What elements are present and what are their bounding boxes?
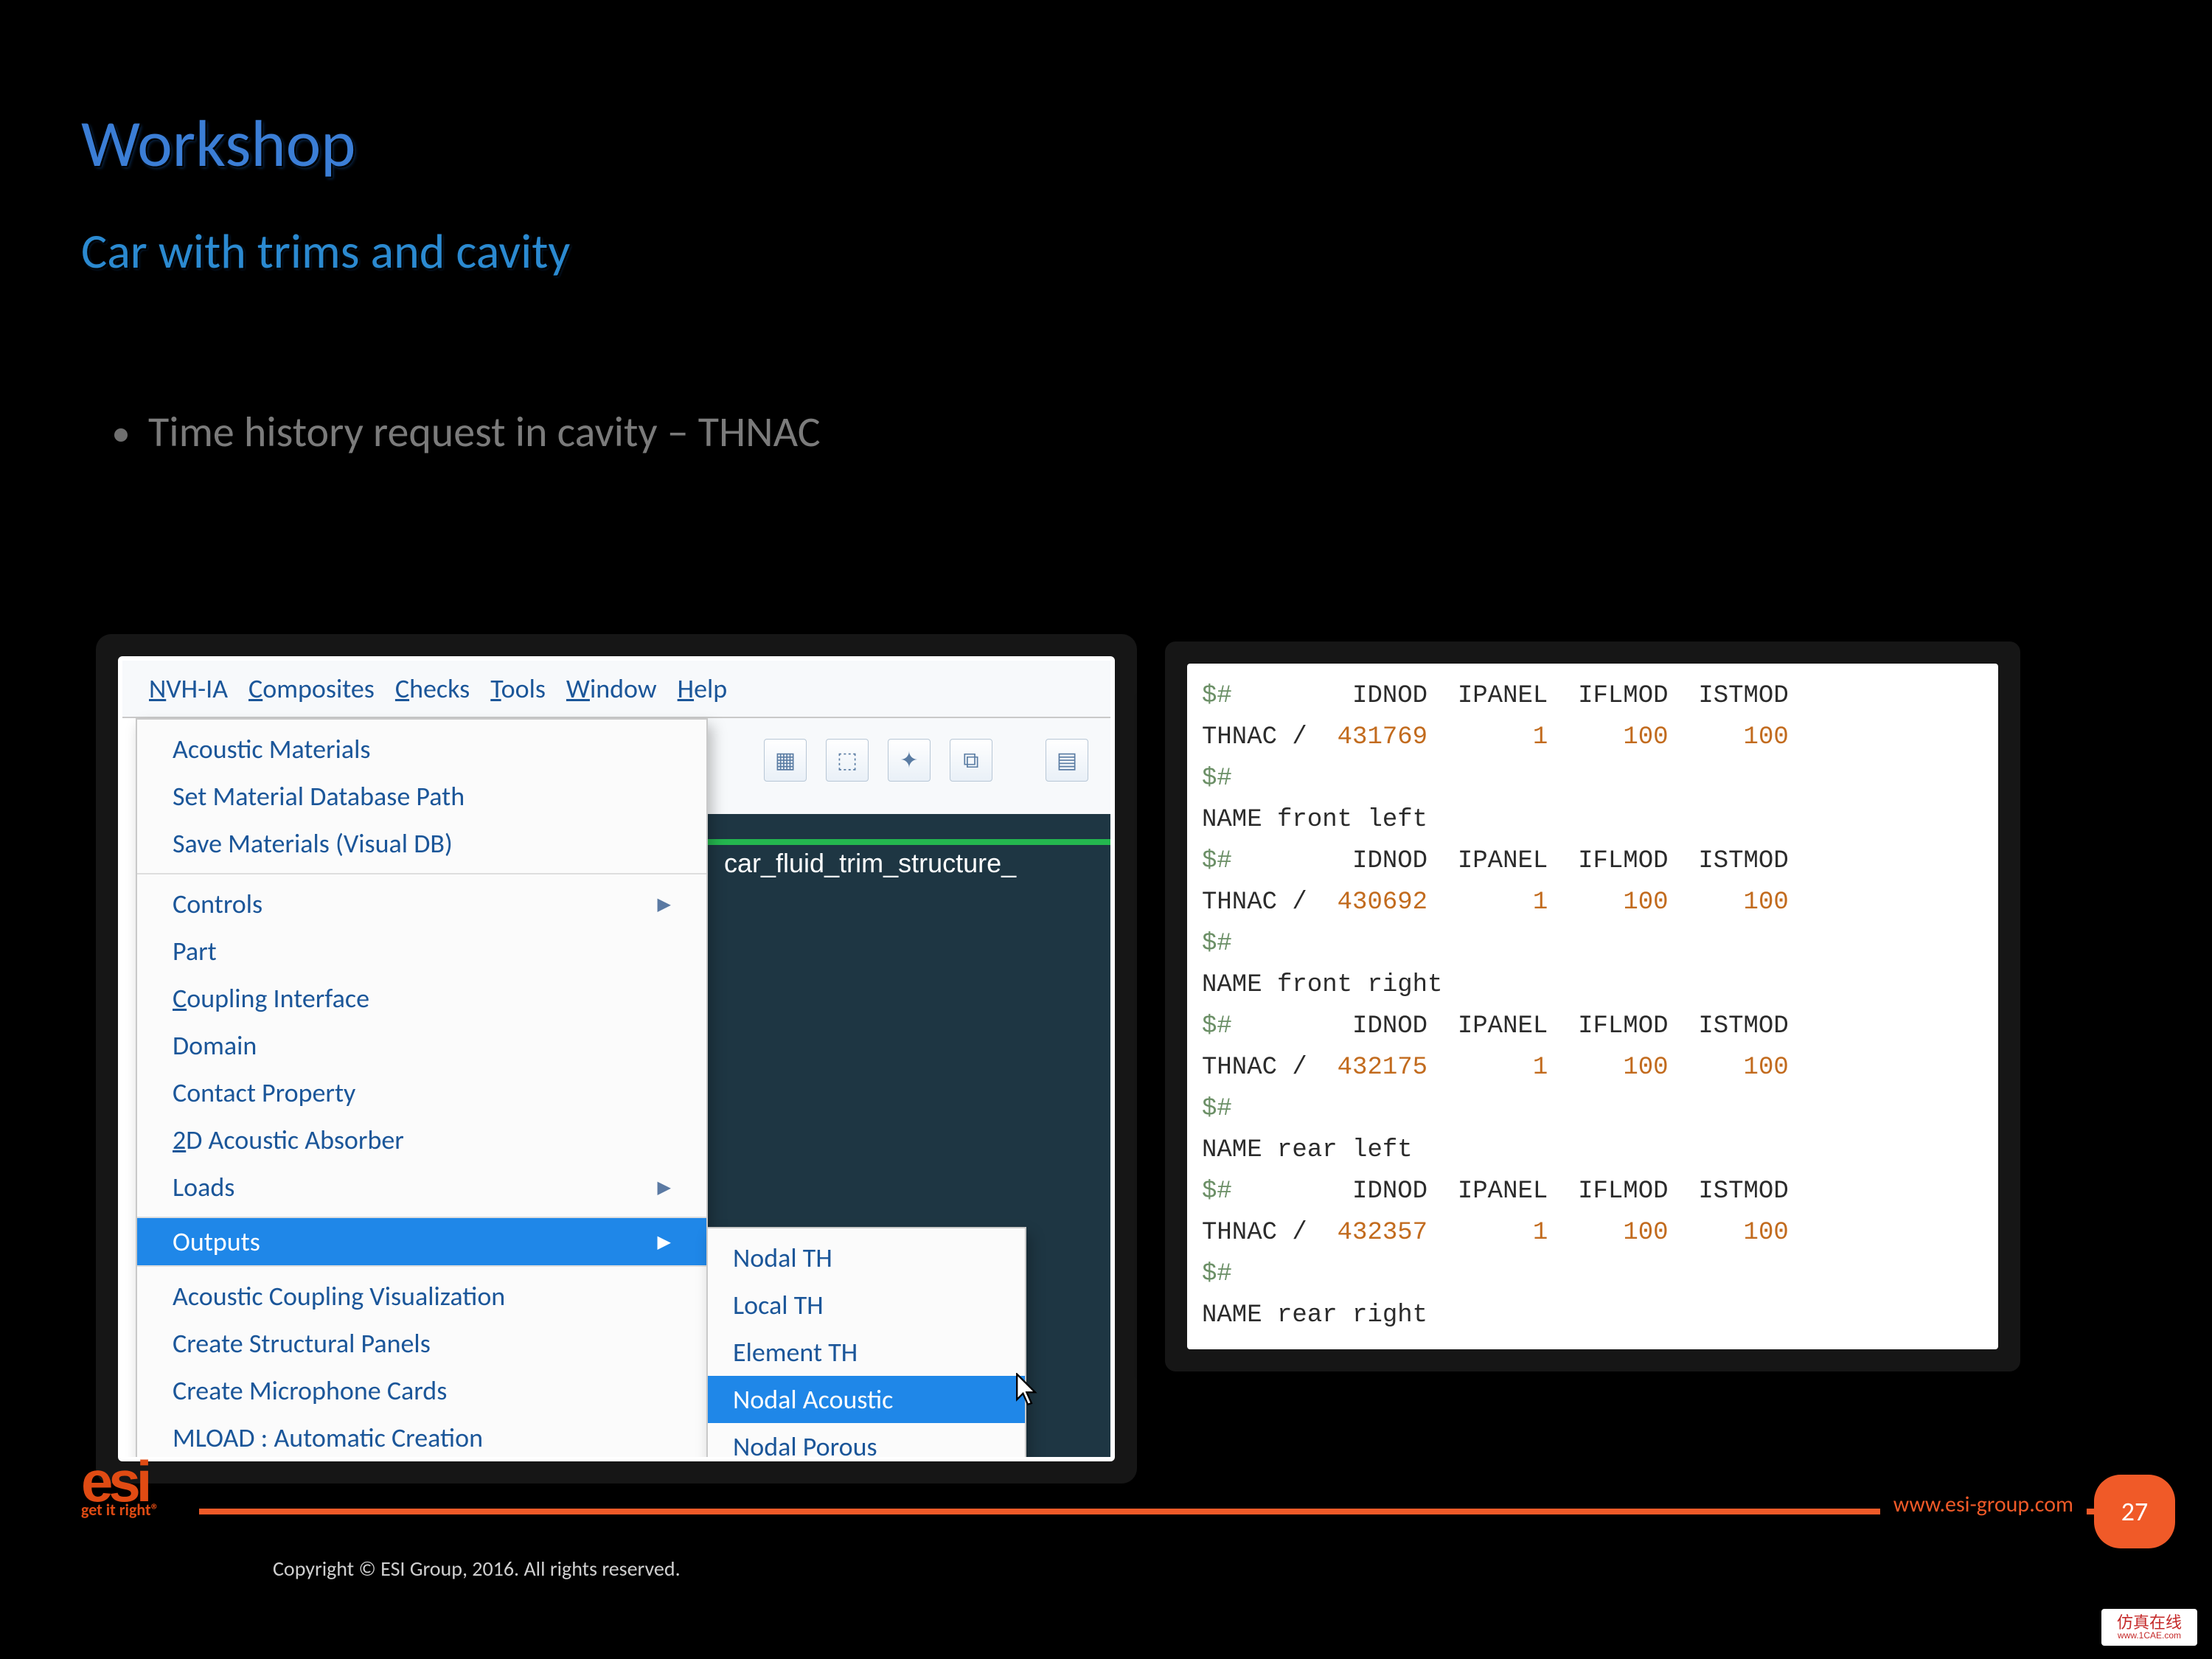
menu-composites[interactable]: CompositesComposites: [248, 672, 375, 705]
menu-item-save-materials[interactable]: Save Materials (Visual DB): [137, 820, 706, 867]
submenu-nodal-th[interactable]: Nodal TH: [708, 1234, 1025, 1281]
toolbar-icon-2[interactable]: ⬚: [826, 739, 869, 782]
menu-help[interactable]: HelpHelp: [678, 672, 728, 705]
page-number-badge: 27: [2094, 1475, 2175, 1548]
watermark: 仿真在线 www.1CAE.com: [2101, 1609, 2197, 1646]
menu-item-2d-absorber[interactable]: 2D Acoustic Absorber2D Acoustic Absorber: [137, 1116, 706, 1164]
bullet-text: Time history request in cavity – THNAC: [148, 406, 821, 458]
menu-item-contact-property[interactable]: Contact Property: [137, 1069, 706, 1116]
watermark-line2: www.1CAE.com: [2118, 1631, 2181, 1640]
menu-item-outputs[interactable]: Outputs▶: [137, 1218, 706, 1265]
toolbar-icon-5[interactable]: ▤: [1046, 739, 1088, 782]
menubar: NNVH-IAVH-IA CompositesComposites Checks…: [122, 661, 1110, 718]
watermark-line1: 仿真在线: [2117, 1615, 2182, 1631]
chevron-right-icon: ▶: [658, 1231, 671, 1253]
code-screenshot-right: $# IDNOD IPANEL IFLMOD ISTMOD THNAC / 43…: [1187, 664, 1998, 1349]
submenu-local-th[interactable]: Local TH: [708, 1281, 1025, 1329]
menu-item-mload[interactable]: MLOAD : Automatic Creation: [137, 1414, 706, 1461]
chevron-right-icon: ▶: [658, 894, 671, 915]
bullet-dot-icon: [114, 428, 128, 442]
menu-item-acoustic-coupling-viz[interactable]: Acoustic Coupling Visualization: [137, 1273, 706, 1320]
menu-body: ▦ ⬚ ✦ ⧉ ▤ car_fluid_trim_structure_ Acou…: [122, 718, 1110, 1461]
footer-divider: [199, 1509, 2138, 1514]
editor-tab[interactable]: car_fluid_trim_structure_: [705, 839, 1110, 885]
menu-item-coupling-interface[interactable]: Coupling InterfaceCoupling Interface: [137, 975, 706, 1022]
toolbar-icons: ▦ ⬚ ✦ ⧉ ▤: [764, 739, 1088, 782]
menu-item-controls[interactable]: Controls▶: [137, 880, 706, 928]
footer-url: www.esi-group.com: [1880, 1491, 2087, 1518]
menu-nvhia[interactable]: NNVH-IAVH-IA: [149, 672, 228, 705]
menu-item-create-microphone-cards[interactable]: Create Microphone Cards: [137, 1367, 706, 1414]
toolbar-icon-3[interactable]: ✦: [888, 739, 931, 782]
dropdown-nvhia: Acoustic Materials Set Material Database…: [136, 718, 708, 1461]
menu-item-loads[interactable]: Loads▶: [137, 1164, 706, 1211]
slide-subtitle: Car with trims and cavity: [81, 221, 570, 281]
toolbar-icon-1[interactable]: ▦: [764, 739, 807, 782]
code-listing: $# IDNOD IPANEL IFLMOD ISTMOD THNAC / 43…: [1202, 675, 1983, 1336]
bullet-row: Time history request in cavity – THNAC: [114, 406, 821, 458]
menu-item-part[interactable]: Part: [137, 928, 706, 975]
submenu-nodal-porous[interactable]: Nodal Porous: [708, 1423, 1025, 1461]
menu-tools[interactable]: ToolsTools: [490, 672, 546, 705]
app-screenshot-left: NNVH-IAVH-IA CompositesComposites Checks…: [118, 656, 1115, 1461]
menu-item-create-structural-panels[interactable]: Create Structural Panels: [137, 1320, 706, 1367]
menu-item-acoustic-materials[interactable]: Acoustic Materials: [137, 726, 706, 773]
menu-item-domain[interactable]: Domain: [137, 1022, 706, 1069]
toolbar-icon-4[interactable]: ⧉: [950, 739, 992, 782]
menu-item-set-db-path[interactable]: Set Material Database Path: [137, 773, 706, 820]
esi-logo-mark: esi: [81, 1458, 229, 1504]
footer-copyright: Copyright © ESI Group, 2016. All rights …: [273, 1556, 681, 1582]
menu-window[interactable]: WindowWindow: [566, 672, 657, 705]
submenu-element-th[interactable]: Element TH: [708, 1329, 1025, 1376]
chevron-right-icon: ▶: [658, 1177, 671, 1198]
menu-checks[interactable]: ChecksChecks: [395, 672, 470, 705]
slide-title: Workshop: [81, 103, 355, 184]
submenu-nodal-acoustic[interactable]: Nodal Acoustic: [708, 1376, 1025, 1423]
submenu-outputs: Nodal TH Local TH Element TH Nodal Acous…: [706, 1227, 1026, 1461]
